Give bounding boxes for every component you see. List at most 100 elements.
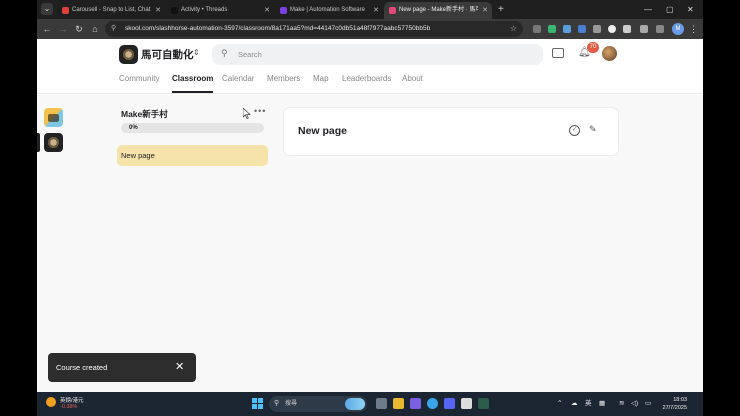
volume-icon[interactable]: ◁): [631, 392, 638, 416]
app-header: 馬可自動化 ⇕ ⚲ Search 🔔︎ 70 Community Classro…: [37, 39, 703, 94]
tab-close-icon[interactable]: ✕: [264, 2, 270, 19]
search-icon: ⚲: [221, 48, 228, 58]
mark-complete-icon[interactable]: ✓: [569, 125, 580, 136]
address-bar[interactable]: ⚲ skool.com/slashhorse-automation-3597/c…: [105, 21, 523, 37]
course-title: Make新手村: [121, 109, 168, 119]
tray-chevron-icon[interactable]: ⌃: [557, 392, 562, 416]
carousell-favicon-icon: [62, 7, 69, 14]
battery-icon[interactable]: ▭: [645, 392, 651, 416]
lesson-title: New page: [121, 151, 155, 160]
bookmark-star-icon[interactable]: ☆: [510, 21, 517, 37]
taskbar-search-input[interactable]: ⚲ 搜尋: [269, 396, 367, 412]
course-thumbnail[interactable]: [44, 108, 63, 127]
chat-icon[interactable]: [552, 48, 564, 58]
tray-app-icon[interactable]: ▦: [599, 392, 605, 416]
lesson-item-selected[interactable]: New page: [117, 145, 268, 166]
maximize-button[interactable]: ▢: [666, 2, 674, 17]
tab-title: Activity • Threads: [181, 7, 228, 13]
back-icon[interactable]: ←: [40, 22, 54, 36]
new-tab-button[interactable]: +: [498, 2, 504, 17]
notion-icon[interactable]: [461, 398, 472, 409]
tab-strip: ⌄ Carousell - Snap to List, Chat ✕ Activ…: [37, 0, 703, 19]
tab-classroom[interactable]: Classroom: [172, 72, 214, 93]
browser-tab[interactable]: Carousell - Snap to List, Chat ✕: [57, 2, 165, 19]
extension-icon[interactable]: [533, 25, 541, 33]
clock-time: 18:03: [673, 397, 687, 403]
start-windows-icon[interactable]: [252, 398, 263, 409]
toast-message: Course created: [56, 363, 108, 372]
site-info-icon[interactable]: ⚲: [111, 21, 116, 37]
lesson-content-card: New page ✓ ✎: [284, 108, 618, 155]
tab-close-icon[interactable]: ✕: [373, 2, 379, 19]
tray-cloud-icon[interactable]: ☁: [571, 392, 578, 416]
course-progress-bar: 0%: [121, 123, 264, 133]
app-icon[interactable]: [478, 398, 489, 409]
close-window-button[interactable]: ✕: [687, 2, 694, 17]
user-avatar[interactable]: [602, 46, 617, 61]
skool-favicon-icon: [389, 7, 396, 14]
extension-icon[interactable]: [593, 25, 601, 33]
taskbar-search-placeholder: 搜尋: [285, 401, 298, 407]
progress-label: 0%: [129, 125, 138, 131]
input-language[interactable]: 英: [585, 392, 592, 416]
home-icon[interactable]: ⌂: [88, 22, 102, 36]
group-switcher-icon[interactable]: ⇕: [193, 48, 200, 57]
tab-about[interactable]: About: [402, 72, 423, 86]
wifi-icon[interactable]: ≋: [619, 392, 624, 416]
chrome-icon[interactable]: [427, 398, 438, 409]
extension-icon[interactable]: [623, 25, 631, 33]
course-thumbnail-selected[interactable]: [44, 133, 63, 152]
tab-title: New page - Make新手村 · 馬可: [399, 7, 478, 13]
extension-icon[interactable]: [563, 25, 571, 33]
search-input[interactable]: ⚲ Search: [212, 44, 543, 65]
tab-map[interactable]: Map: [313, 72, 329, 86]
minimize-button[interactable]: —: [644, 2, 652, 17]
file-explorer-icon[interactable]: [393, 398, 404, 409]
url-text: skool.com/slashhorse-automation-3597/cla…: [125, 25, 431, 32]
tab-search-menu-icon[interactable]: ⌄: [41, 3, 53, 15]
browser-tab[interactable]: Make | Automation Software ✕: [275, 2, 383, 19]
group-name[interactable]: 馬可自動化: [141, 47, 194, 62]
tab-title: Carousell - Snap to List, Chat: [72, 7, 151, 13]
search-placeholder: Search: [238, 50, 262, 59]
tab-close-icon[interactable]: ✕: [155, 2, 161, 19]
selected-course-marker: [37, 133, 40, 152]
tab-leaderboards[interactable]: Leaderboards: [342, 72, 391, 86]
tab-title: Make | Automation Software: [290, 7, 365, 13]
profile-avatar[interactable]: M: [672, 23, 684, 35]
course-options-icon[interactable]: •••: [254, 106, 266, 116]
search-icon: ⚲: [274, 400, 280, 407]
widget-icon[interactable]: [46, 397, 56, 407]
browser-toolbar: ← → ↻ ⌂ ⚲ skool.com/slashhorse-automatio…: [37, 19, 703, 39]
extension-icon[interactable]: [578, 25, 586, 33]
clock[interactable]: 18:03 27/7/2025: [657, 396, 687, 412]
edit-pencil-icon[interactable]: ✎: [589, 124, 597, 135]
clock-date: 27/7/2025: [662, 405, 687, 411]
tab-community[interactable]: Community: [119, 72, 159, 86]
toast-close-button[interactable]: ✕: [175, 353, 184, 382]
browser-tab-active[interactable]: New page - Make新手村 · 馬可 ✕: [384, 2, 492, 19]
extensions-puzzle-icon[interactable]: [640, 25, 648, 33]
tab-calendar[interactable]: Calendar: [222, 72, 254, 86]
tab-members[interactable]: Members: [267, 72, 300, 86]
threads-favicon-icon: [171, 7, 178, 14]
toast-notification: Course created ✕: [48, 353, 196, 382]
discord-icon[interactable]: [444, 398, 455, 409]
reload-icon[interactable]: ↻: [72, 22, 86, 36]
group-logo[interactable]: [119, 45, 138, 64]
browser-menu-icon[interactable]: ⋮: [689, 22, 698, 36]
widget-value: -0.38%: [60, 404, 78, 410]
forward-icon[interactable]: →: [56, 22, 70, 36]
page-title: New page: [298, 125, 348, 137]
task-view-icon[interactable]: [376, 398, 387, 409]
widget-title: 英鎊/港元: [60, 398, 84, 404]
app-icon[interactable]: [410, 398, 421, 409]
extension-icon[interactable]: [608, 25, 616, 33]
notification-badge: 70: [587, 42, 599, 53]
extension-icon[interactable]: [548, 25, 556, 33]
tab-close-icon[interactable]: ✕: [482, 2, 488, 19]
browser-tab[interactable]: Activity • Threads ✕: [166, 2, 274, 19]
windows-taskbar: 英鎊/港元 -0.38% ⚲ 搜尋 ⌃ ☁ 英 ▦ ≋ ◁) ▭ 18:03 2…: [37, 392, 703, 416]
sidebar-icon[interactable]: [656, 25, 664, 33]
search-highlight-icon: [345, 398, 365, 410]
